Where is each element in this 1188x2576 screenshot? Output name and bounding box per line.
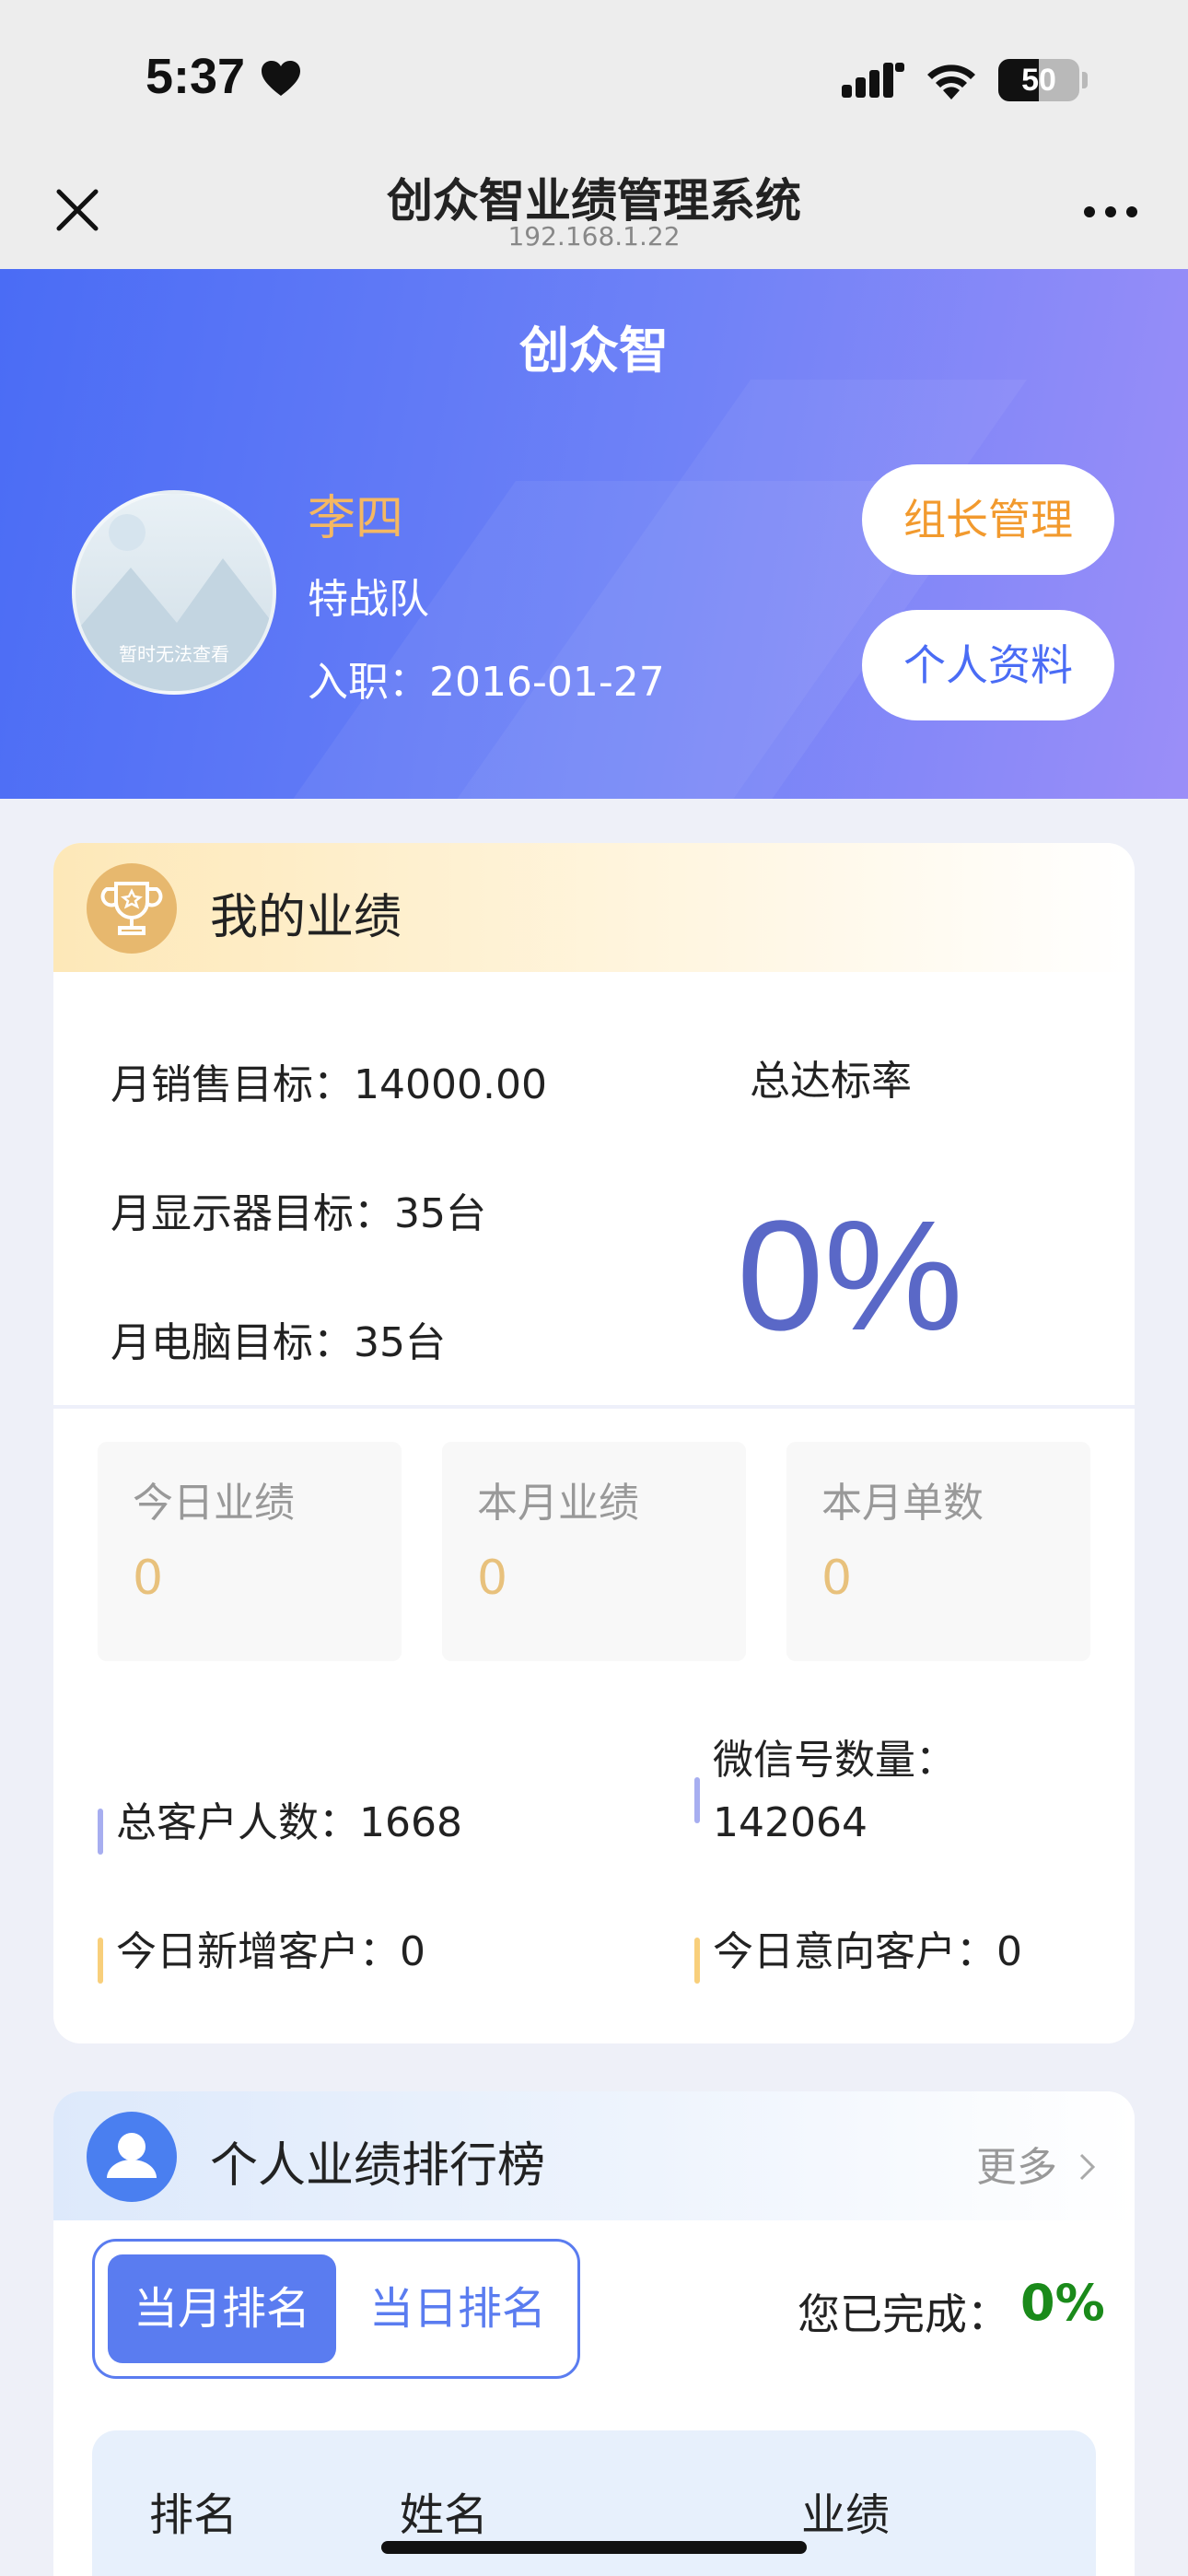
wechat-count-label: 微信号数量： xyxy=(713,1737,956,1784)
nav-subtitle: 192.168.1.22 xyxy=(507,221,681,252)
avatar-placeholder-text: 暂时无法查看 xyxy=(119,643,229,665)
status-bar: 5:37 50 xyxy=(0,0,1188,147)
profile-banner: 创众智 暂时无法查看 李四 特战队 入职：2016-01-27 组长管理 个人资… xyxy=(0,269,1188,799)
stat-month-orders: 本月单数 0 xyxy=(786,1442,1090,1661)
stat-label: 本月单数 xyxy=(821,1480,984,1527)
stat-value: 0 xyxy=(133,1551,164,1606)
today-new-customers-text: 今日新增客户：0 xyxy=(116,1928,425,1975)
battery-text: 50 xyxy=(1021,63,1056,98)
card-header: 个人业绩排行榜 更多 xyxy=(53,2091,1135,2220)
leader-management-button[interactable]: 组长管理 xyxy=(862,464,1114,575)
column-header-performance: 业绩 xyxy=(801,2489,891,2541)
completion-value: 0% xyxy=(1020,2274,1105,2332)
trophy-icon xyxy=(87,863,177,954)
card-title: 我的业绩 xyxy=(210,890,402,945)
battery-nub xyxy=(1082,72,1088,88)
ranking-table-header: 排名 姓名 业绩 xyxy=(92,2430,1096,2576)
monthly-sales-target: 月销售目标：14000.00 xyxy=(111,1061,547,1108)
total-customers: 总客户人数：1668 xyxy=(98,1792,462,1855)
today-intent-customers: 今日意向客户：0 xyxy=(694,1921,1022,1984)
nav-bar: 创众智业绩管理系统 192.168.1.22 xyxy=(0,147,1188,269)
avatar[interactable]: 暂时无法查看 xyxy=(72,490,276,695)
accent-bar xyxy=(98,1809,103,1855)
monthly-computer-target: 月电脑目标：35台 xyxy=(111,1319,446,1366)
monthly-monitor-target: 月显示器目标：35台 xyxy=(111,1190,486,1237)
column-header-rank: 排名 xyxy=(149,2489,239,2541)
ranking-card: 个人业绩排行榜 更多 当月排名 当日排名 您已完成： 0% 排名 姓名 业绩 xyxy=(53,2091,1135,2576)
banner-title: 创众智 xyxy=(519,322,669,380)
ranking-tabs: 当月排名 当日排名 xyxy=(92,2239,580,2379)
card-title: 个人业绩排行榜 xyxy=(210,2138,546,2194)
stat-today-performance: 今日业绩 0 xyxy=(98,1442,402,1661)
wechat-count-value: 142064 xyxy=(713,1799,868,1846)
user-name: 李四 xyxy=(308,491,404,546)
more-options-icon[interactable] xyxy=(1083,205,1138,222)
column-header-name: 姓名 xyxy=(400,2489,489,2541)
chevron-right-icon xyxy=(1079,2153,1096,2181)
overall-rate-label: 总达标率 xyxy=(750,1058,912,1105)
heart-icon xyxy=(260,59,302,101)
signal-icon xyxy=(842,61,906,101)
more-link[interactable]: 更多 xyxy=(976,2134,1098,2193)
user-icon xyxy=(87,2112,177,2202)
user-team: 特战队 xyxy=(308,576,429,623)
wechat-count: 微信号数量： 142064 xyxy=(694,1729,956,1855)
home-indicator xyxy=(381,2541,807,2554)
tab-daily-ranking[interactable]: 当日排名 xyxy=(344,2254,572,2363)
wifi-icon xyxy=(923,59,980,105)
personal-profile-button[interactable]: 个人资料 xyxy=(862,610,1114,720)
status-time: 5:37 xyxy=(146,49,246,104)
today-intent-customers-text: 今日意向客户：0 xyxy=(713,1928,1022,1975)
tab-monthly-ranking[interactable]: 当月排名 xyxy=(108,2254,336,2363)
more-link-label: 更多 xyxy=(976,2144,1057,2191)
completion-label: 您已完成： xyxy=(798,2289,1009,2339)
stat-value: 0 xyxy=(821,1551,853,1606)
card-header: 我的业绩 xyxy=(53,843,1135,972)
stat-label: 今日业绩 xyxy=(133,1480,295,1527)
stat-value: 0 xyxy=(477,1551,508,1606)
battery-icon: 50 xyxy=(998,59,1079,101)
today-new-customers: 今日新增客户：0 xyxy=(98,1921,425,1984)
accent-bar xyxy=(98,1938,103,1984)
total-customers-text: 总客户人数：1668 xyxy=(116,1799,462,1846)
stat-label: 本月业绩 xyxy=(477,1480,639,1527)
join-date: 入职：2016-01-27 xyxy=(308,659,665,706)
accent-bar xyxy=(694,1938,700,1984)
stat-month-performance: 本月业绩 0 xyxy=(442,1442,746,1661)
divider xyxy=(53,1405,1135,1409)
my-performance-card: 我的业绩 月销售目标：14000.00 月显示器目标：35台 月电脑目标：35台… xyxy=(53,843,1135,2043)
overall-rate-value: 0% xyxy=(737,1188,963,1364)
accent-bar xyxy=(694,1777,700,1823)
